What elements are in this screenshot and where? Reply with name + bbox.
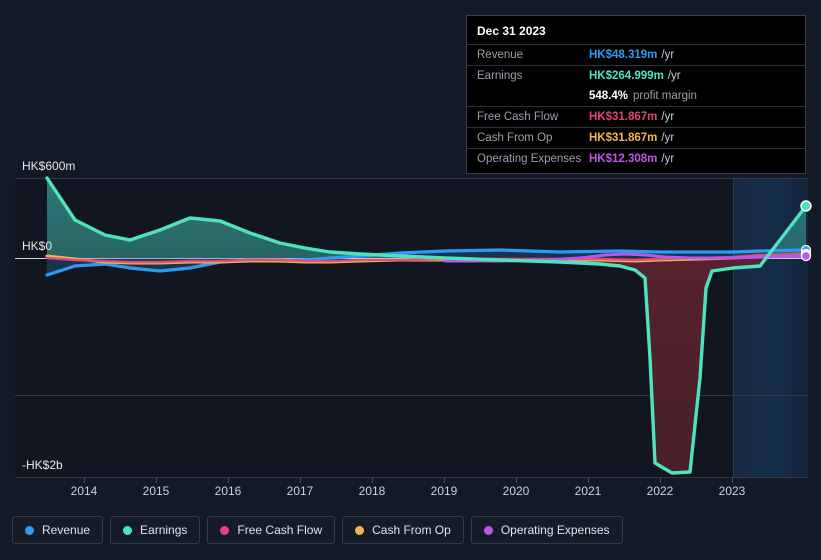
tooltip-value-cash-from-op: HK$31.867m bbox=[589, 132, 658, 144]
tooltip-label-cash-from-op: Cash From Op bbox=[477, 132, 553, 144]
y-axis-label-top: HK$600m bbox=[22, 159, 76, 173]
tooltip-value-earnings: HK$264.999m bbox=[589, 70, 664, 82]
legend-item-operating-expenses[interactable]: Operating Expenses bbox=[470, 516, 623, 544]
endpoint-operating-expenses bbox=[800, 250, 812, 262]
y-axis-label-zero: HK$0 bbox=[22, 239, 53, 253]
x-axis-label-2018: 2018 bbox=[358, 484, 386, 498]
tooltip-row-profit-margin: 548.4% profit margin bbox=[467, 86, 805, 106]
tooltip-label-earnings: Earnings bbox=[477, 70, 523, 82]
legend-item-free-cash-flow[interactable]: Free Cash Flow bbox=[207, 516, 336, 544]
tooltip-value-profit-margin: 548.4% bbox=[589, 90, 629, 102]
tooltip-value-revenue: HK$48.319m bbox=[589, 49, 658, 61]
tooltip-unit-revenue: /yr bbox=[661, 49, 675, 61]
legend-item-revenue[interactable]: Revenue bbox=[12, 516, 104, 544]
x-axis-label-2020: 2020 bbox=[502, 484, 530, 498]
legend-dot-earnings-icon bbox=[123, 525, 133, 535]
x-axis-tick bbox=[372, 478, 373, 483]
x-axis-tick bbox=[300, 478, 301, 483]
tooltip-row-free-cash-flow: Free Cash Flow HK$31.867m /yr bbox=[467, 106, 805, 127]
x-axis-tick bbox=[588, 478, 589, 483]
x-axis-label-2021: 2021 bbox=[574, 484, 602, 498]
tooltip-label-operating-expenses: Operating Expenses bbox=[477, 153, 582, 165]
legend-label-operating-expenses: Operating Expenses bbox=[500, 523, 610, 537]
tooltip-unit-operating-expenses: /yr bbox=[661, 153, 675, 165]
legend-dot-cash-from-op-icon bbox=[355, 525, 365, 535]
financial-chart: HK$600m HK$0 -HK$2b 2014 2015 2016 2017 2018… bbox=[0, 0, 821, 560]
legend-label-free-cash-flow: Free Cash Flow bbox=[237, 523, 323, 537]
legend-label-earnings: Earnings bbox=[140, 523, 188, 537]
tooltip-row-operating-expenses: Operating Expenses HK$12.308m /yr bbox=[467, 148, 805, 169]
x-axis-tick bbox=[444, 478, 445, 483]
tooltip-label-revenue: Revenue bbox=[477, 49, 524, 61]
endpoint-earnings bbox=[800, 200, 812, 212]
x-axis-label-2015: 2015 bbox=[142, 484, 170, 498]
x-axis: 2014 2015 2016 2017 2018 2019 2020 2021 2022 2023 bbox=[0, 484, 821, 504]
y-axis-label-bottom: -HK$2b bbox=[22, 458, 63, 472]
tooltip-row-revenue: Revenue HK$48.319m /yr bbox=[467, 44, 805, 65]
legend-item-cash-from-op[interactable]: Cash From Op bbox=[342, 516, 464, 544]
series-svg bbox=[45, 176, 812, 475]
tooltip-unit-cash-from-op: /yr bbox=[661, 132, 675, 144]
legend-dot-revenue-icon bbox=[25, 525, 34, 535]
legend-label-cash-from-op: Cash From Op bbox=[372, 523, 451, 537]
tooltip-date: Dec 31 2023 bbox=[477, 24, 546, 38]
x-axis-tick bbox=[732, 478, 733, 483]
tooltip-label-profit-margin: profit margin bbox=[633, 90, 697, 102]
tooltip-row-earnings: Earnings HK$264.999m /yr bbox=[467, 65, 805, 86]
legend-dot-free-cash-flow-icon bbox=[220, 525, 230, 535]
x-axis-tick bbox=[228, 478, 229, 483]
legend-dot-operating-expenses-icon bbox=[483, 525, 493, 535]
x-axis-label-2022: 2022 bbox=[646, 484, 674, 498]
x-axis-tick bbox=[660, 478, 661, 483]
tooltip-unit-free-cash-flow: /yr bbox=[661, 111, 675, 123]
tooltip-label-free-cash-flow: Free Cash Flow bbox=[477, 111, 559, 123]
tooltip-unit-earnings: /yr bbox=[667, 70, 681, 82]
tooltip-value-free-cash-flow: HK$31.867m bbox=[589, 111, 658, 123]
legend-item-earnings[interactable]: Earnings bbox=[110, 516, 201, 544]
plot-area bbox=[0, 176, 821, 478]
x-axis-tick bbox=[156, 478, 157, 483]
chart-legend: Revenue Earnings Free Cash Flow Cash Fro… bbox=[12, 516, 623, 544]
x-axis-label-2017: 2017 bbox=[286, 484, 314, 498]
x-axis-label-2019: 2019 bbox=[430, 484, 458, 498]
x-axis-tick bbox=[516, 478, 517, 483]
tooltip-row-cash-from-op: Cash From Op HK$31.867m /yr bbox=[467, 127, 805, 148]
x-axis-label-2016: 2016 bbox=[214, 484, 242, 498]
tooltip-value-operating-expenses: HK$12.308m bbox=[589, 153, 658, 165]
x-axis-tick bbox=[84, 478, 85, 483]
x-axis-label-2023: 2023 bbox=[718, 484, 746, 498]
chart-tooltip: Dec 31 2023 Revenue HK$48.319m /yr Earni… bbox=[466, 15, 806, 174]
x-axis-label-2014: 2014 bbox=[70, 484, 98, 498]
legend-label-revenue: Revenue bbox=[42, 523, 91, 537]
